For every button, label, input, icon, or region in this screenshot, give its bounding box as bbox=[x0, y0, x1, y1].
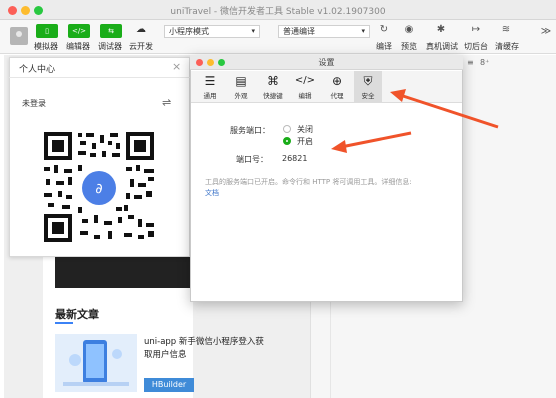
editor-tool-icon[interactable]: ≡ bbox=[467, 58, 474, 67]
article-title[interactable]: uni-app 新手微信小程序登入获取用户信息 bbox=[144, 336, 264, 362]
service-port-label: 服务端口： bbox=[230, 126, 270, 135]
divider bbox=[9, 77, 190, 78]
chevron-down-icon: ▾ bbox=[251, 27, 255, 35]
shield-icon: ⛨ bbox=[363, 74, 373, 88]
tab-security[interactable]: ⛨ 安全 bbox=[354, 71, 382, 103]
editor-tool-icon[interactable]: 8⁺ bbox=[480, 58, 489, 67]
port-number-label: 端口号： bbox=[236, 155, 268, 164]
simulator-toggle-button[interactable]: ▯ bbox=[36, 24, 58, 38]
avatar[interactable] bbox=[10, 27, 28, 45]
port-off-label: 关闭 bbox=[297, 125, 313, 134]
settings-title: 设置 bbox=[318, 58, 335, 67]
section-underline bbox=[55, 322, 73, 324]
tab-appearance[interactable]: ▤ 外观 bbox=[227, 71, 255, 103]
port-number-value: 26821 bbox=[282, 154, 308, 163]
tab-proxy[interactable]: ⊕ 代理 bbox=[323, 71, 351, 103]
globe-icon: ⊕ bbox=[331, 74, 343, 88]
port-off-radio[interactable] bbox=[283, 125, 291, 133]
tab-label: 外观 bbox=[234, 92, 248, 100]
background-icon[interactable]: ↦ bbox=[466, 24, 486, 38]
tab-general[interactable]: ☰ 通用 bbox=[196, 71, 224, 103]
phone-illustration-icon bbox=[55, 334, 137, 392]
more-chevron-icon[interactable]: ≫ bbox=[536, 26, 556, 40]
port-info-text: 工具的服务端口已开启。命令行和 HTTP 将可调用工具。详细信息: bbox=[205, 178, 412, 186]
banner-image bbox=[55, 255, 193, 288]
close-icon[interactable]: × bbox=[172, 60, 181, 73]
article-thumbnail[interactable] bbox=[55, 334, 137, 392]
documentation-link[interactable]: 文档 bbox=[205, 188, 219, 198]
simulator-label: 模拟器 bbox=[34, 42, 58, 51]
preview-label: 预览 bbox=[401, 42, 417, 51]
personal-center-title: 个人中心 bbox=[19, 65, 56, 75]
section-title: 最新文章 bbox=[55, 308, 99, 321]
hbuilder-badge: HBuilder bbox=[144, 378, 194, 392]
debugger-label: 调试器 bbox=[98, 42, 122, 51]
background-label: 切后台 bbox=[464, 42, 488, 51]
tab-label: 快捷键 bbox=[263, 92, 283, 100]
cloud-dev-label: 云开发 bbox=[129, 42, 153, 51]
compile-icon[interactable]: ↻ bbox=[374, 24, 394, 38]
code-icon: </> bbox=[294, 75, 316, 86]
editor-toggle-button[interactable]: </> bbox=[68, 24, 90, 38]
compile-select[interactable]: 普通编译 ▾ bbox=[278, 25, 370, 38]
qr-code-icon: ∂ bbox=[38, 127, 160, 247]
tab-label: 安全 bbox=[361, 92, 375, 100]
cloud-dev-icon[interactable]: ☁ bbox=[131, 24, 151, 38]
compile-label: 编译 bbox=[376, 42, 392, 51]
tab-editing[interactable]: </> 编辑 bbox=[291, 71, 319, 103]
mode-select-value: 小程序模式 bbox=[169, 27, 209, 36]
login-status: 未登录 bbox=[22, 99, 46, 108]
editor-label: 编辑器 bbox=[66, 42, 90, 51]
window-title: uniTravel - 微信开发者工具 Stable v1.02.1907300 bbox=[170, 7, 386, 17]
compile-select-value: 普通编译 bbox=[283, 27, 315, 36]
preview-icon[interactable]: ◉ bbox=[399, 24, 419, 38]
tab-shortcuts[interactable]: ⌘ 快捷键 bbox=[259, 71, 287, 103]
port-on-radio[interactable] bbox=[283, 137, 291, 145]
svg-text:∂: ∂ bbox=[95, 181, 102, 197]
clear-cache-label: 清缓存 bbox=[495, 42, 519, 51]
mode-select[interactable]: 小程序模式 ▾ bbox=[164, 25, 260, 38]
debugger-toggle-button[interactable]: ⇆ bbox=[100, 24, 122, 38]
remote-debug-label: 真机调试 bbox=[426, 42, 458, 51]
clear-cache-icon[interactable]: ≋ bbox=[496, 24, 516, 38]
tab-label: 编辑 bbox=[298, 92, 312, 100]
command-icon: ⌘ bbox=[267, 74, 279, 88]
port-on-label: 开启 bbox=[297, 137, 313, 146]
annotation-arrow-icon bbox=[331, 131, 412, 153]
window-icon: ▤ bbox=[235, 74, 247, 88]
chevron-down-icon: ▾ bbox=[361, 27, 365, 35]
tab-label: 通用 bbox=[203, 92, 217, 100]
remote-debug-icon[interactable]: ✱ bbox=[431, 24, 451, 38]
tab-label: 代理 bbox=[330, 92, 344, 100]
list-icon: ☰ bbox=[204, 74, 216, 88]
switch-account-icon[interactable]: ⇌ bbox=[162, 96, 171, 109]
